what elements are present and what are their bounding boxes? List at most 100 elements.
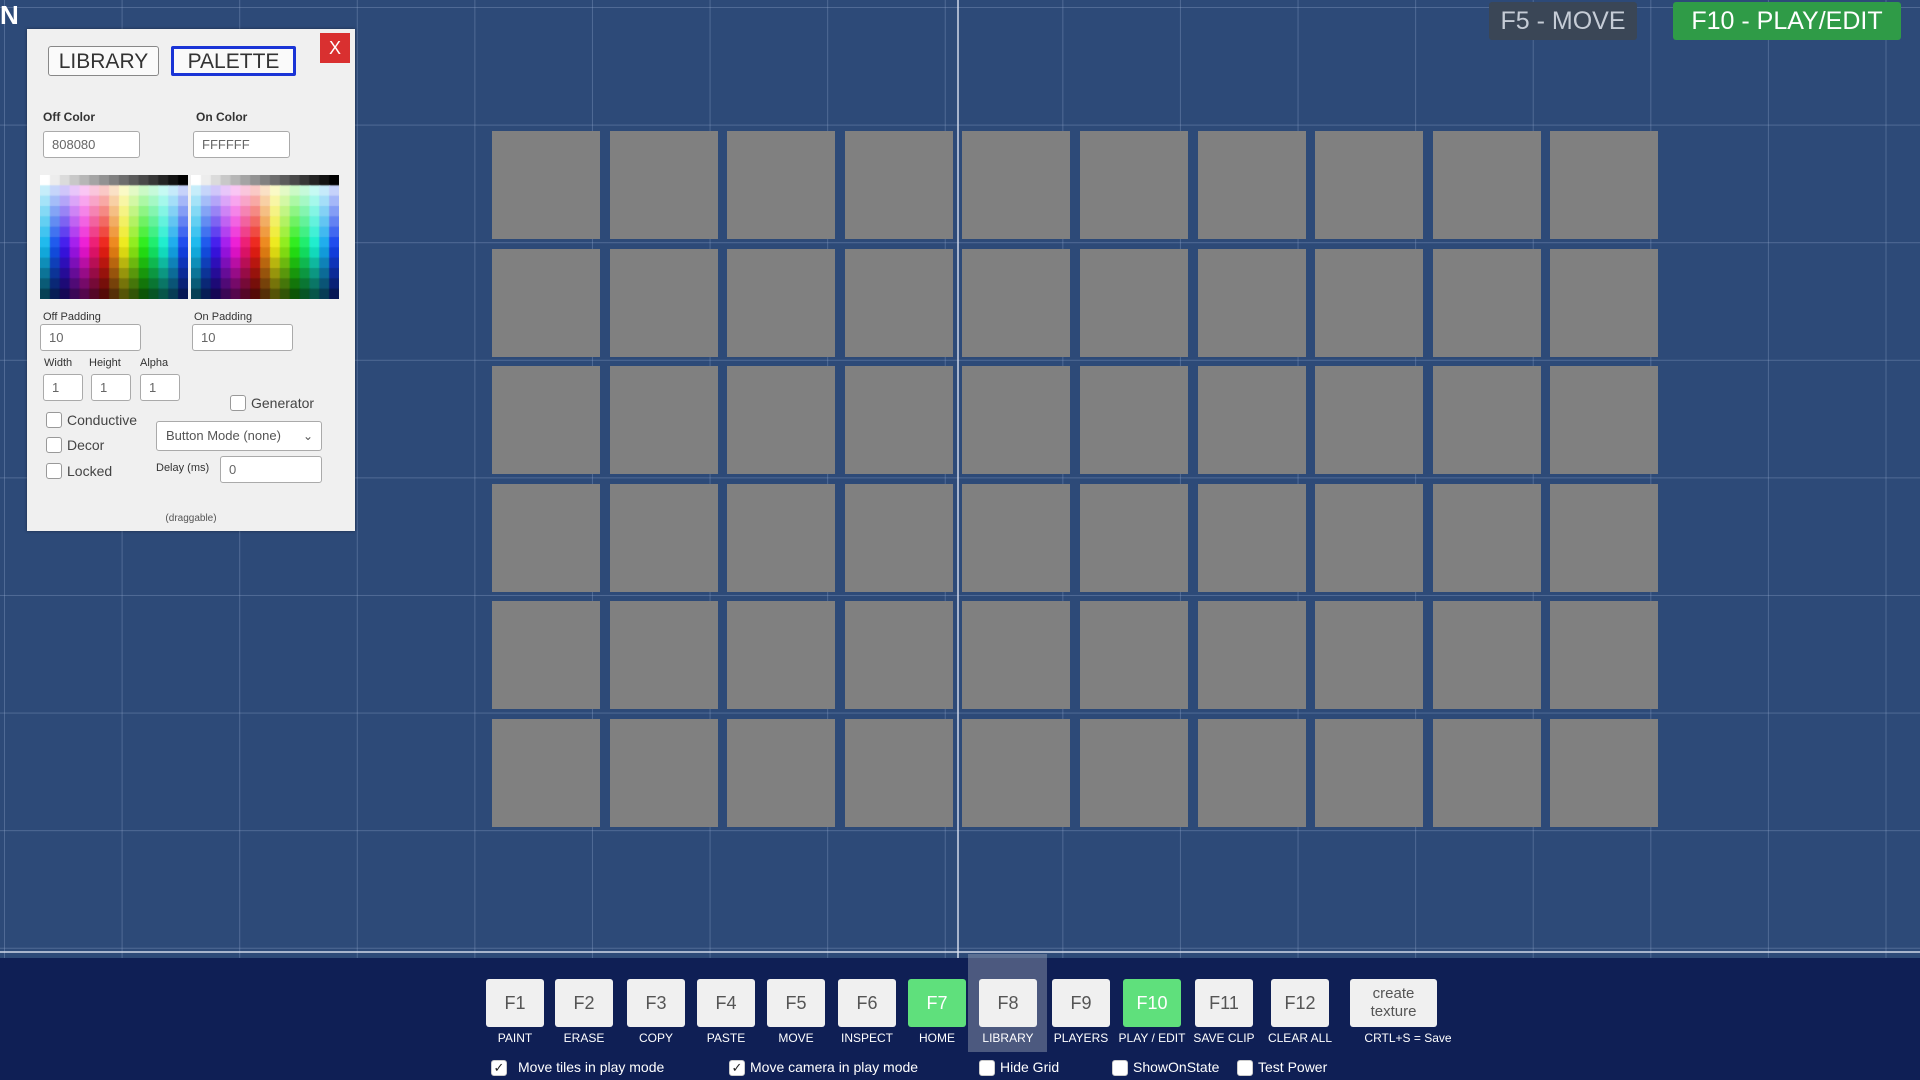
grid-tile[interactable] (845, 249, 953, 357)
tile-grid[interactable] (492, 131, 1660, 831)
grid-tile[interactable] (1433, 719, 1541, 827)
move-camera-checkbox[interactable]: ✓ (729, 1060, 745, 1076)
fkey-f12-button[interactable]: F12 (1271, 979, 1329, 1027)
generator-checkbox[interactable] (230, 395, 246, 411)
locked-checkbox[interactable] (46, 463, 62, 479)
grid-tile[interactable] (1433, 131, 1541, 239)
button-mode-select[interactable]: Button Mode (none) ⌄ (156, 421, 322, 451)
grid-tile[interactable] (610, 719, 718, 827)
grid-tile[interactable] (1198, 366, 1306, 474)
test-power-checkbox[interactable] (1237, 1060, 1253, 1076)
move-mode-button[interactable]: F5 - MOVE (1489, 2, 1637, 40)
grid-tile[interactable] (727, 719, 835, 827)
conductive-checkbox[interactable] (46, 412, 62, 428)
off-color-input[interactable]: 808080 (43, 131, 140, 158)
grid-tile[interactable] (727, 601, 835, 709)
fkey-f7-button[interactable]: F7 (908, 979, 966, 1027)
fkey-f2-button[interactable]: F2 (555, 979, 613, 1027)
fkey-f11-button[interactable]: F11 (1195, 979, 1253, 1027)
grid-tile[interactable] (1080, 484, 1188, 592)
grid-tile[interactable] (727, 131, 835, 239)
grid-tile[interactable] (1080, 249, 1188, 357)
grid-tile[interactable] (1550, 131, 1658, 239)
height-input[interactable]: 1 (91, 374, 131, 401)
grid-tile[interactable] (845, 484, 953, 592)
grid-tile[interactable] (962, 366, 1070, 474)
grid-tile[interactable] (1080, 131, 1188, 239)
fkey-f8-button[interactable]: F8 (979, 979, 1037, 1027)
grid-tile[interactable] (1198, 484, 1306, 592)
fkey-f10-button[interactable]: F10 (1123, 979, 1181, 1027)
grid-tile[interactable] (1433, 366, 1541, 474)
hide-grid-checkbox[interactable] (979, 1060, 995, 1076)
grid-tile[interactable] (610, 131, 718, 239)
grid-tile[interactable] (845, 366, 953, 474)
grid-tile[interactable] (727, 366, 835, 474)
grid-tile[interactable] (1550, 484, 1658, 592)
grid-tile[interactable] (492, 719, 600, 827)
grid-tile[interactable] (492, 249, 600, 357)
tab-palette[interactable]: PALETTE (171, 46, 296, 76)
grid-tile[interactable] (962, 484, 1070, 592)
fkey-f4-button[interactable]: F4 (697, 979, 755, 1027)
grid-tile[interactable] (610, 366, 718, 474)
grid-tile[interactable] (1433, 601, 1541, 709)
on-color-swatch-grid[interactable] (191, 175, 339, 299)
off-color-swatch-grid[interactable] (40, 175, 188, 299)
grid-tile[interactable] (1198, 601, 1306, 709)
move-tiles-checkbox[interactable]: ✓ (491, 1060, 507, 1076)
grid-tile[interactable] (727, 484, 835, 592)
grid-tile[interactable] (1550, 719, 1658, 827)
fkey-f6-button[interactable]: F6 (838, 979, 896, 1027)
tab-library[interactable]: LIBRARY (48, 46, 159, 76)
grid-tile[interactable] (962, 131, 1070, 239)
palette-panel[interactable]: LIBRARY PALETTE X Off Color 808080 On Co… (27, 29, 355, 531)
grid-tile[interactable] (845, 131, 953, 239)
grid-tile[interactable] (1550, 366, 1658, 474)
grid-tile[interactable] (1315, 719, 1423, 827)
fkey-f1-button[interactable]: F1 (486, 979, 544, 1027)
grid-tile[interactable] (1198, 719, 1306, 827)
grid-tile[interactable] (845, 601, 953, 709)
alpha-input[interactable]: 1 (140, 374, 180, 401)
play-edit-button[interactable]: F10 - PLAY/EDIT (1673, 2, 1901, 40)
grid-tile[interactable] (1433, 249, 1541, 357)
decor-checkbox[interactable] (46, 437, 62, 453)
grid-tile[interactable] (1315, 366, 1423, 474)
grid-tile[interactable] (1080, 601, 1188, 709)
close-button[interactable]: X (320, 33, 350, 63)
grid-tile[interactable] (610, 249, 718, 357)
grid-tile[interactable] (1315, 484, 1423, 592)
grid-tile[interactable] (1198, 131, 1306, 239)
grid-tile[interactable] (1080, 366, 1188, 474)
fkey-f3-button[interactable]: F3 (627, 979, 685, 1027)
grid-tile[interactable] (845, 719, 953, 827)
grid-tile[interactable] (727, 249, 835, 357)
grid-tile[interactable] (1080, 719, 1188, 827)
grid-tile[interactable] (962, 719, 1070, 827)
on-padding-input[interactable]: 10 (192, 324, 293, 351)
grid-tile[interactable] (610, 601, 718, 709)
grid-tile[interactable] (1198, 249, 1306, 357)
grid-tile[interactable] (1550, 249, 1658, 357)
grid-tile[interactable] (962, 601, 1070, 709)
grid-tile[interactable] (492, 366, 600, 474)
grid-tile[interactable] (1315, 249, 1423, 357)
grid-tile[interactable] (492, 601, 600, 709)
grid-tile[interactable] (1550, 601, 1658, 709)
create-texture-button[interactable]: create texture (1350, 979, 1437, 1027)
fkey-f9-button[interactable]: F9 (1052, 979, 1110, 1027)
grid-tile[interactable] (1315, 131, 1423, 239)
grid-tile[interactable] (962, 249, 1070, 357)
grid-tile[interactable] (610, 484, 718, 592)
on-color-input[interactable]: FFFFFF (193, 131, 290, 158)
grid-tile[interactable] (1433, 484, 1541, 592)
width-input[interactable]: 1 (43, 374, 83, 401)
fkey-f5-button[interactable]: F5 (767, 979, 825, 1027)
show-on-state-checkbox[interactable] (1112, 1060, 1128, 1076)
grid-tile[interactable] (492, 484, 600, 592)
grid-tile[interactable] (492, 131, 600, 239)
grid-tile[interactable] (1315, 601, 1423, 709)
off-padding-input[interactable]: 10 (40, 324, 141, 351)
delay-input[interactable]: 0 (220, 456, 322, 483)
